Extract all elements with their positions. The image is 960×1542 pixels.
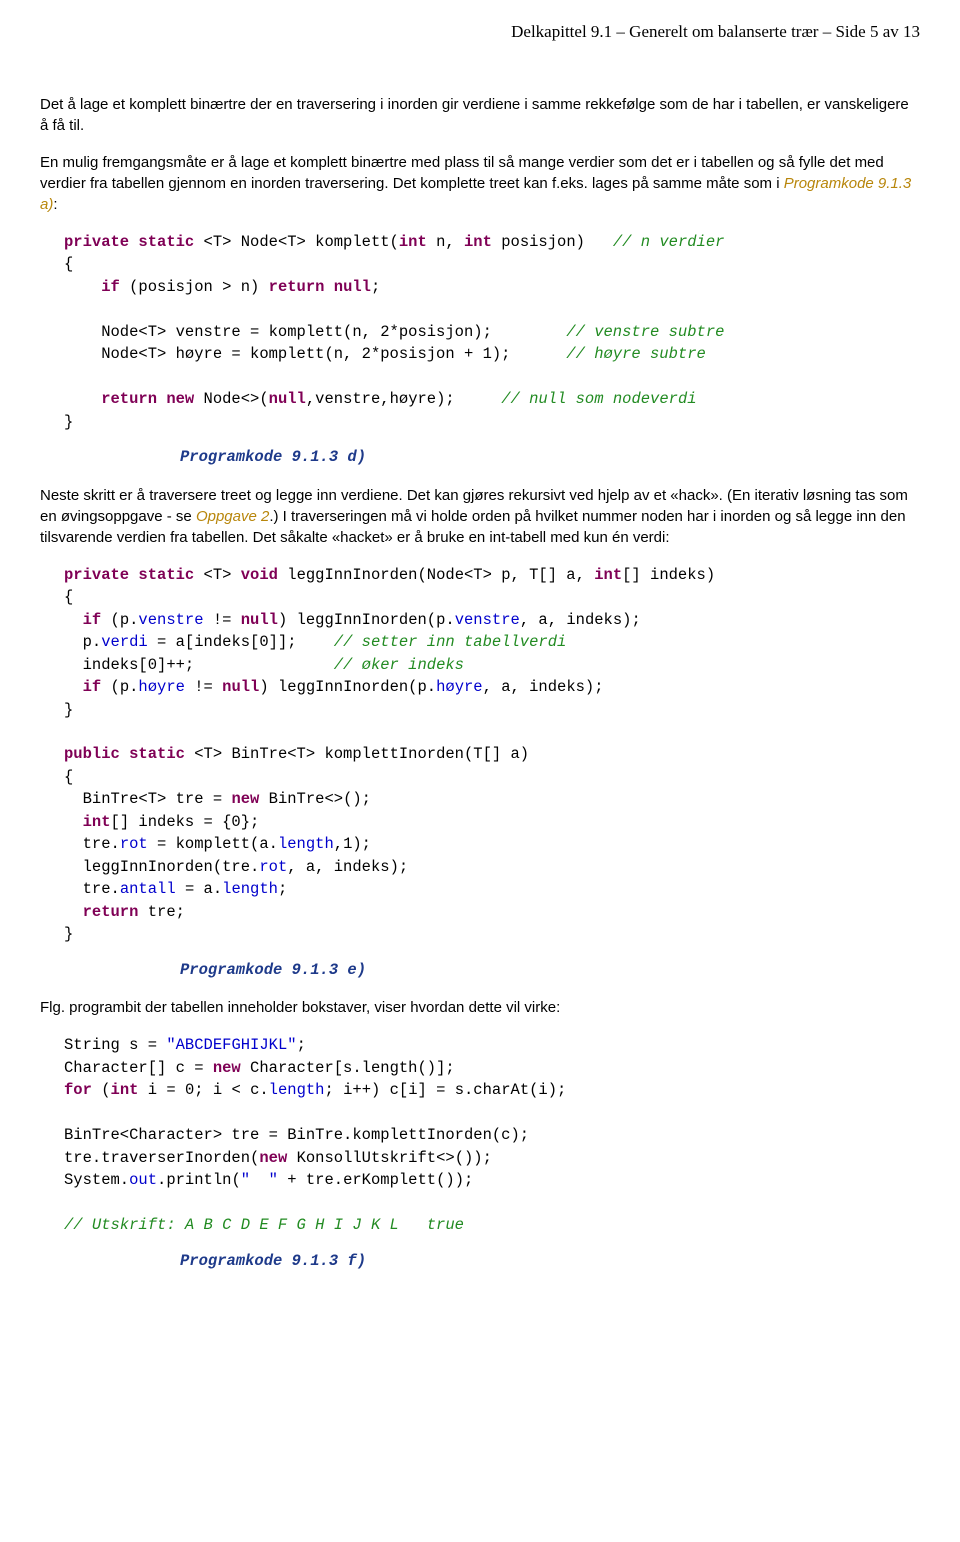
- code-block-3: String s = "ABCDEFGHIJKL"; Character[] c…: [64, 1034, 920, 1236]
- code-block-2: private static <T> void leggInnInorden(N…: [64, 564, 920, 946]
- link-oppgave-2[interactable]: Oppgave 2: [196, 508, 269, 525]
- code-block-1: private static <T> Node<T> komplett(int …: [64, 231, 920, 433]
- paragraph-1: Det å lage et komplett binærtre der en t…: [40, 94, 920, 136]
- page-number: Side 5 av 13: [835, 22, 920, 41]
- chapter-title: Generelt om balanserte trær: [629, 22, 818, 41]
- paragraph-3: Neste skritt er å traversere treet og le…: [40, 485, 920, 548]
- paragraph-2: En mulig fremgangsmåte er å lage et komp…: [40, 152, 920, 215]
- chapter-label: Delkapittel 9.1: [511, 22, 612, 41]
- paragraph-4: Flg. programbit der tabellen inneholder …: [40, 997, 920, 1018]
- code-caption-1: Programkode 9.1.3 d): [180, 447, 920, 469]
- page-header: Delkapittel 9.1 – Generelt om balanserte…: [40, 20, 920, 44]
- code-caption-2: Programkode 9.1.3 e): [180, 960, 920, 982]
- code-caption-3: Programkode 9.1.3 f): [180, 1251, 920, 1273]
